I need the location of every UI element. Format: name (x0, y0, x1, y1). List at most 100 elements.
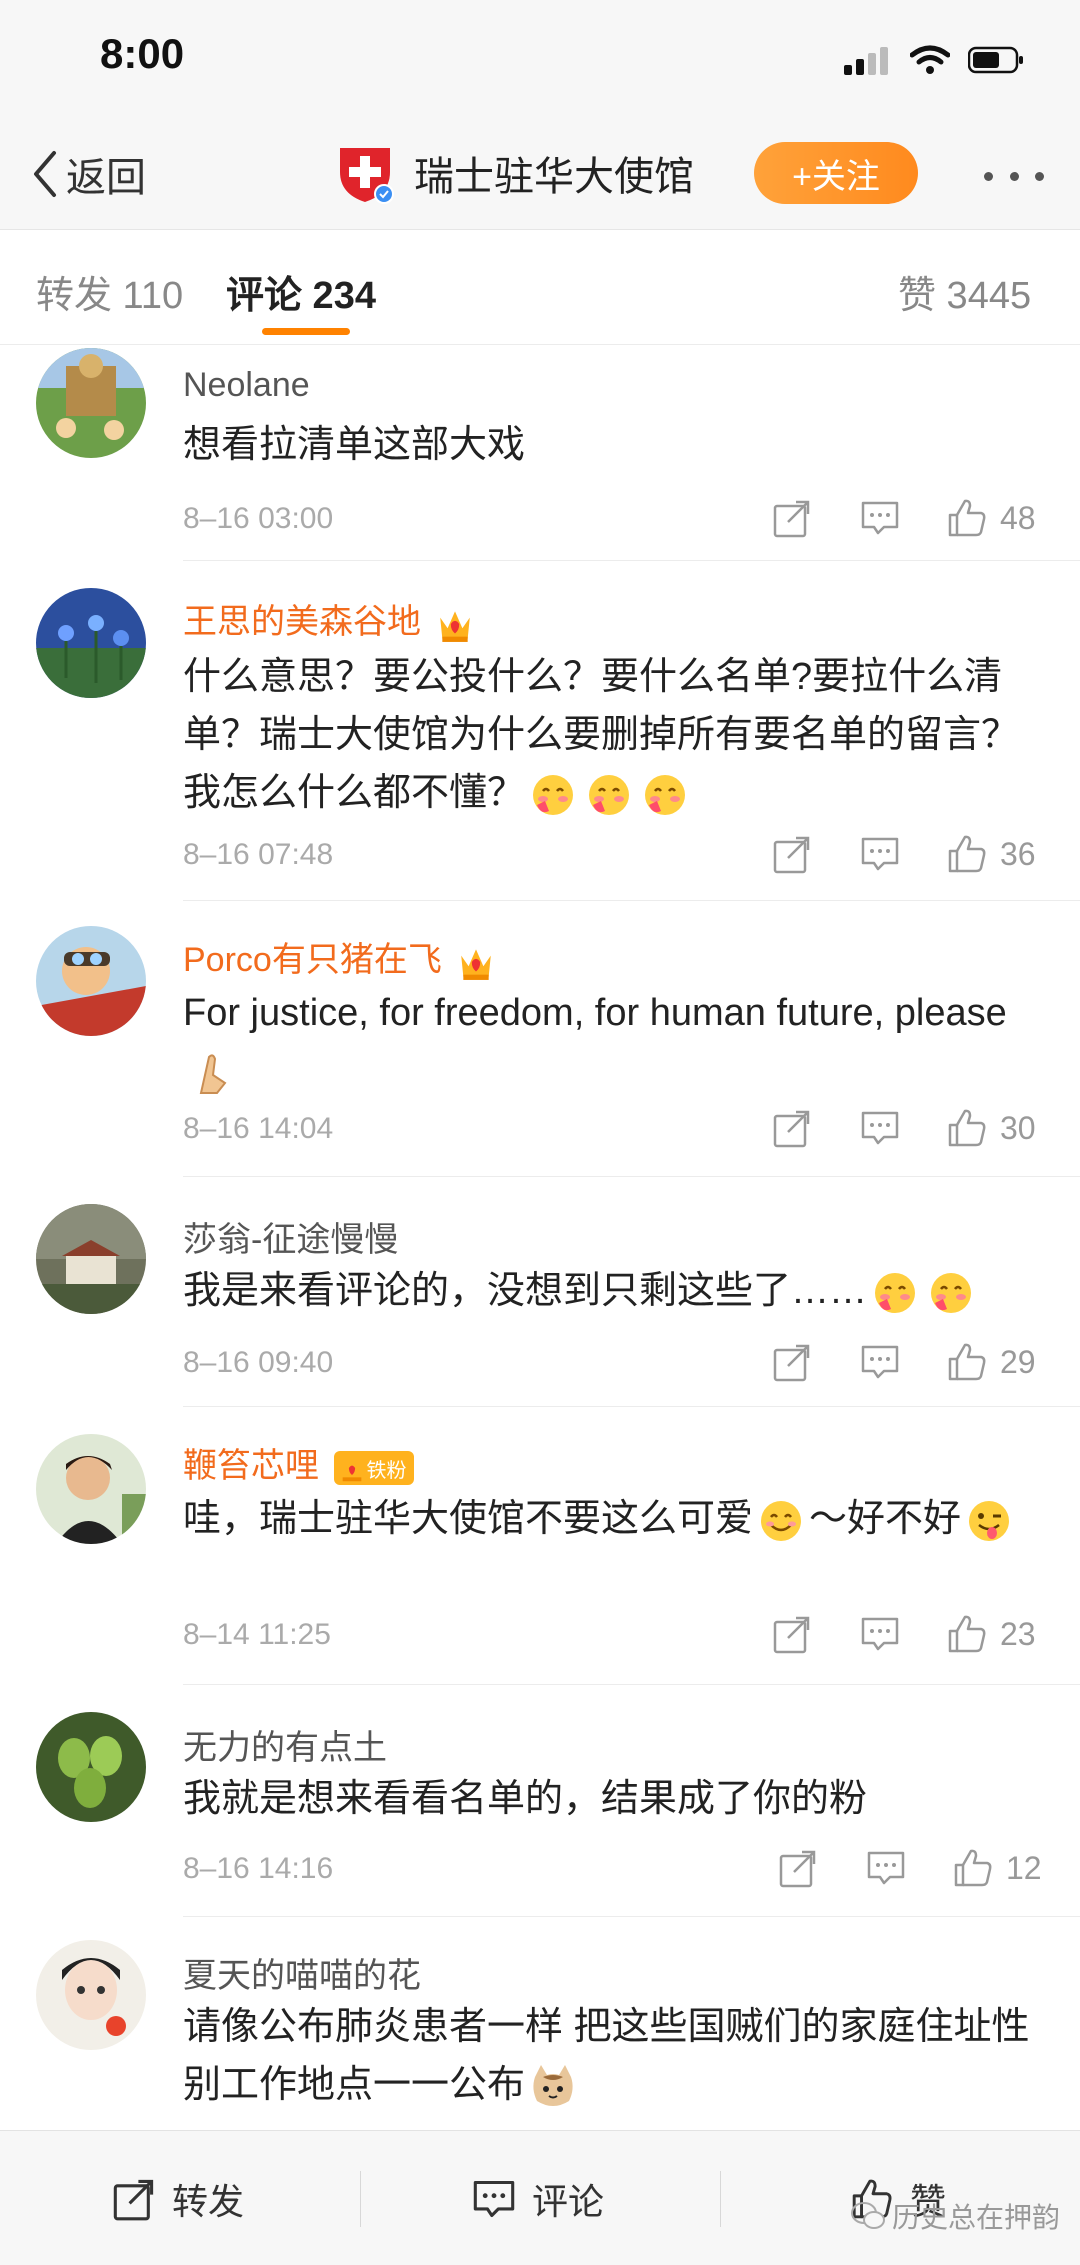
blush-emoji-icon (587, 773, 631, 817)
avatar-image (36, 588, 146, 698)
avatar[interactable] (36, 588, 146, 698)
divider (183, 900, 1080, 901)
comment-time: 8–16 09:40 (183, 1346, 334, 1379)
avatar[interactable] (36, 348, 146, 458)
repost-icon[interactable] (778, 1848, 818, 1888)
signal-icon (844, 47, 888, 75)
like-count: 36 (1000, 835, 1036, 872)
vip-crown-icon (341, 1458, 364, 1482)
repost-icon[interactable] (772, 1108, 812, 1148)
comment-username[interactable]: 无力的有点土 (183, 1720, 387, 1769)
dot (984, 171, 993, 181)
comment-text: 我是来看评论的，没想到只剩这些了…… (183, 1262, 1043, 1320)
tab-likes[interactable]: 赞 3445 (898, 264, 1031, 319)
account-header[interactable]: 瑞士驻华大使馆 (334, 138, 694, 208)
more-options-button[interactable] (984, 164, 1044, 188)
thumbs-up-icon (948, 835, 986, 873)
iron-fan-badge[interactable]: 铁粉 (334, 1451, 415, 1486)
dot (1009, 171, 1019, 181)
comment-username-text: 鞭笞芯哩 (183, 1447, 319, 1485)
fan-badge-label: 铁粉 (366, 1459, 407, 1482)
comment-time: 8–16 14:04 (183, 1112, 334, 1145)
avatar-image (36, 926, 146, 1036)
thumbs-up-icon (948, 1615, 986, 1653)
thumbs-up-icon (948, 1343, 986, 1381)
comment-username[interactable]: 王思的美森谷地 (183, 594, 474, 643)
weibo-comments-page: 8:00 返回 瑞士驻华大使馆 +关注 转发 110 评论 234 赞 3445… (0, 0, 1080, 2265)
divider (183, 1406, 1080, 1407)
wechat-icon (851, 2202, 885, 2229)
vip-crown-icon[interactable] (436, 605, 474, 643)
dot (1035, 171, 1044, 181)
comment-text: For justice, for freedom, for human futu… (183, 984, 1043, 1100)
tab-comments[interactable]: 评论 234 (226, 264, 376, 319)
back-button[interactable]: 返回 (30, 144, 146, 204)
repost-icon[interactable] (772, 1614, 812, 1654)
comment-text: 什么意思？要公投什么？要什么名单?要拉什么清单？瑞士大使馆为什么要删掉所有要名单… (183, 648, 1043, 822)
comment-text: 哇，瑞士驻华大使馆不要这么可爱 ～好不好 (183, 1490, 1043, 1548)
wifi-icon (910, 45, 950, 74)
avatar[interactable] (36, 926, 146, 1036)
comment-actions: 48 (772, 496, 1042, 540)
avatar-image (36, 1434, 146, 1544)
reply-icon[interactable] (860, 1614, 900, 1654)
reply-icon[interactable] (866, 1848, 906, 1888)
repost-icon[interactable] (772, 498, 812, 538)
reply-icon[interactable] (860, 1342, 900, 1382)
nav-bar: 返回 瑞士驻华大使馆 +关注 (0, 120, 1080, 230)
like-button[interactable]: 12 (952, 1847, 1042, 1889)
comment-username[interactable]: 莎翁-征途慢慢 (183, 1212, 398, 1261)
comment-text: 想看拉清单这部大戏 (183, 424, 526, 466)
comment-actions: 36 (772, 832, 1042, 876)
like-count: 30 (1000, 1109, 1036, 1146)
status-icons (844, 40, 1024, 80)
like-count: 29 (1000, 1343, 1036, 1380)
repost-label: 转发 (172, 2181, 245, 2222)
praying-hands-icon (199, 1054, 227, 1094)
comment-username[interactable]: 鞭笞芯哩 铁粉 (183, 1438, 415, 1487)
watermark: 历史总在押韵 (850, 2196, 1060, 2236)
avatar[interactable] (36, 1434, 146, 1544)
divider (183, 560, 1080, 561)
reply-icon[interactable] (860, 498, 900, 538)
like-button[interactable]: 36 (946, 833, 1036, 875)
tab-bar: 转发 110 评论 234 赞 3445 (0, 230, 1080, 345)
repost-icon[interactable] (772, 1342, 812, 1382)
divider (183, 1916, 1080, 1917)
like-button[interactable]: 29 (946, 1341, 1036, 1383)
comment-username[interactable]: Porco有只猪在飞 (183, 932, 495, 981)
comment-username-text: 王思的美森谷地 (183, 603, 421, 641)
avatar-image (36, 1712, 146, 1822)
avatar[interactable] (36, 1204, 146, 1314)
tab-repost[interactable]: 转发 110 (36, 264, 183, 319)
reply-icon[interactable] (860, 834, 900, 874)
repost-icon[interactable] (772, 834, 812, 874)
follow-button[interactable]: +关注 (754, 142, 918, 204)
like-button[interactable]: 48 (946, 497, 1036, 539)
comment-username[interactable]: Neolane (183, 366, 310, 405)
vip-crown-icon[interactable] (457, 943, 495, 981)
repost-icon (113, 2179, 154, 2221)
thumbs-up-icon (954, 1849, 992, 1887)
separator (360, 2171, 361, 2227)
divider (183, 1176, 1080, 1177)
comment-time: 8–16 03:00 (183, 502, 334, 535)
smile-emoji-icon (761, 1500, 802, 1541)
repost-button[interactable]: 转发 (112, 2171, 244, 2227)
reply-icon[interactable] (860, 1108, 900, 1148)
like-count: 23 (1000, 1615, 1036, 1652)
comment-text: 我就是想来看看名单的，结果成了你的粉 (183, 1778, 868, 1820)
avatar[interactable] (36, 1712, 146, 1822)
avatar[interactable] (36, 1940, 146, 2050)
comment-button[interactable]: 评论 (472, 2171, 604, 2227)
thumbs-up-icon (948, 499, 986, 537)
status-time: 8:00 (100, 30, 185, 77)
hugging-emoji-icon (929, 1271, 973, 1315)
like-button[interactable]: 23 (946, 1613, 1036, 1655)
comment-actions: 29 (772, 1340, 1042, 1384)
comment-username[interactable]: 夏天的喵喵的花 (183, 1948, 421, 1997)
comment-actions: 23 (772, 1612, 1042, 1656)
comment-text-content: 我是来看评论的，没想到只剩这些了…… (183, 1270, 868, 1312)
like-button[interactable]: 30 (946, 1107, 1036, 1149)
hugging-emoji-icon (873, 1271, 917, 1315)
